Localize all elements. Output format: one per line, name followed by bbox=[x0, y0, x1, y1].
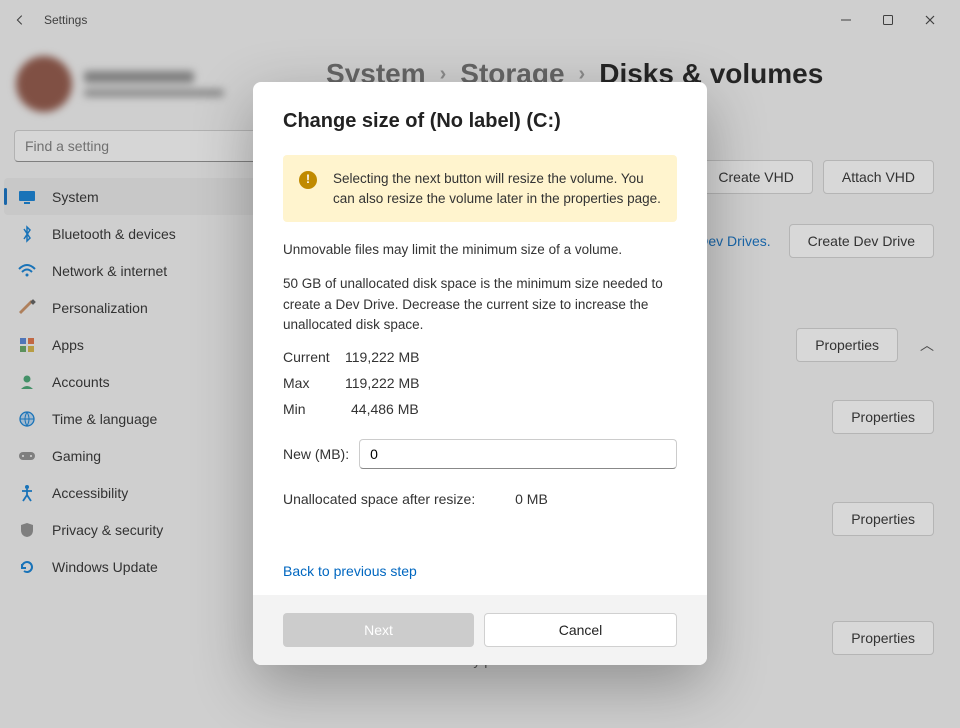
min-label: Min bbox=[283, 401, 345, 427]
dialog-title: Change size of (No label) (C:) bbox=[283, 110, 677, 133]
current-label: Current bbox=[283, 349, 345, 375]
new-size-input[interactable] bbox=[359, 439, 677, 469]
max-value: 119,222 MB bbox=[345, 375, 419, 401]
dialog-footer: Next Cancel bbox=[253, 595, 707, 665]
dialog-note: 50 GB of unallocated disk space is the m… bbox=[283, 274, 677, 335]
modal-overlay: Change size of (No label) (C:) ! Selecti… bbox=[0, 0, 960, 728]
resize-volume-dialog: Change size of (No label) (C:) ! Selecti… bbox=[253, 82, 707, 665]
size-stats: Current 119,222 MB Max 119,222 MB Min 44… bbox=[283, 349, 677, 427]
warning-icon: ! bbox=[299, 171, 317, 189]
cancel-button[interactable]: Cancel bbox=[484, 613, 677, 647]
unallocated-row: Unallocated space after resize: 0 MB bbox=[283, 491, 677, 507]
unallocated-value: 0 MB bbox=[515, 491, 548, 507]
warning-banner: ! Selecting the next button will resize … bbox=[283, 155, 677, 222]
warning-text: Selecting the next button will resize th… bbox=[333, 169, 661, 208]
back-link[interactable]: Back to previous step bbox=[283, 563, 677, 579]
dialog-note: Unmovable files may limit the minimum si… bbox=[283, 240, 677, 260]
current-value: 119,222 MB bbox=[345, 349, 419, 375]
unallocated-label: Unallocated space after resize: bbox=[283, 491, 475, 507]
new-size-label: New (MB): bbox=[283, 446, 349, 462]
next-button[interactable]: Next bbox=[283, 613, 474, 647]
max-label: Max bbox=[283, 375, 345, 401]
min-value: 44,486 MB bbox=[345, 401, 419, 427]
